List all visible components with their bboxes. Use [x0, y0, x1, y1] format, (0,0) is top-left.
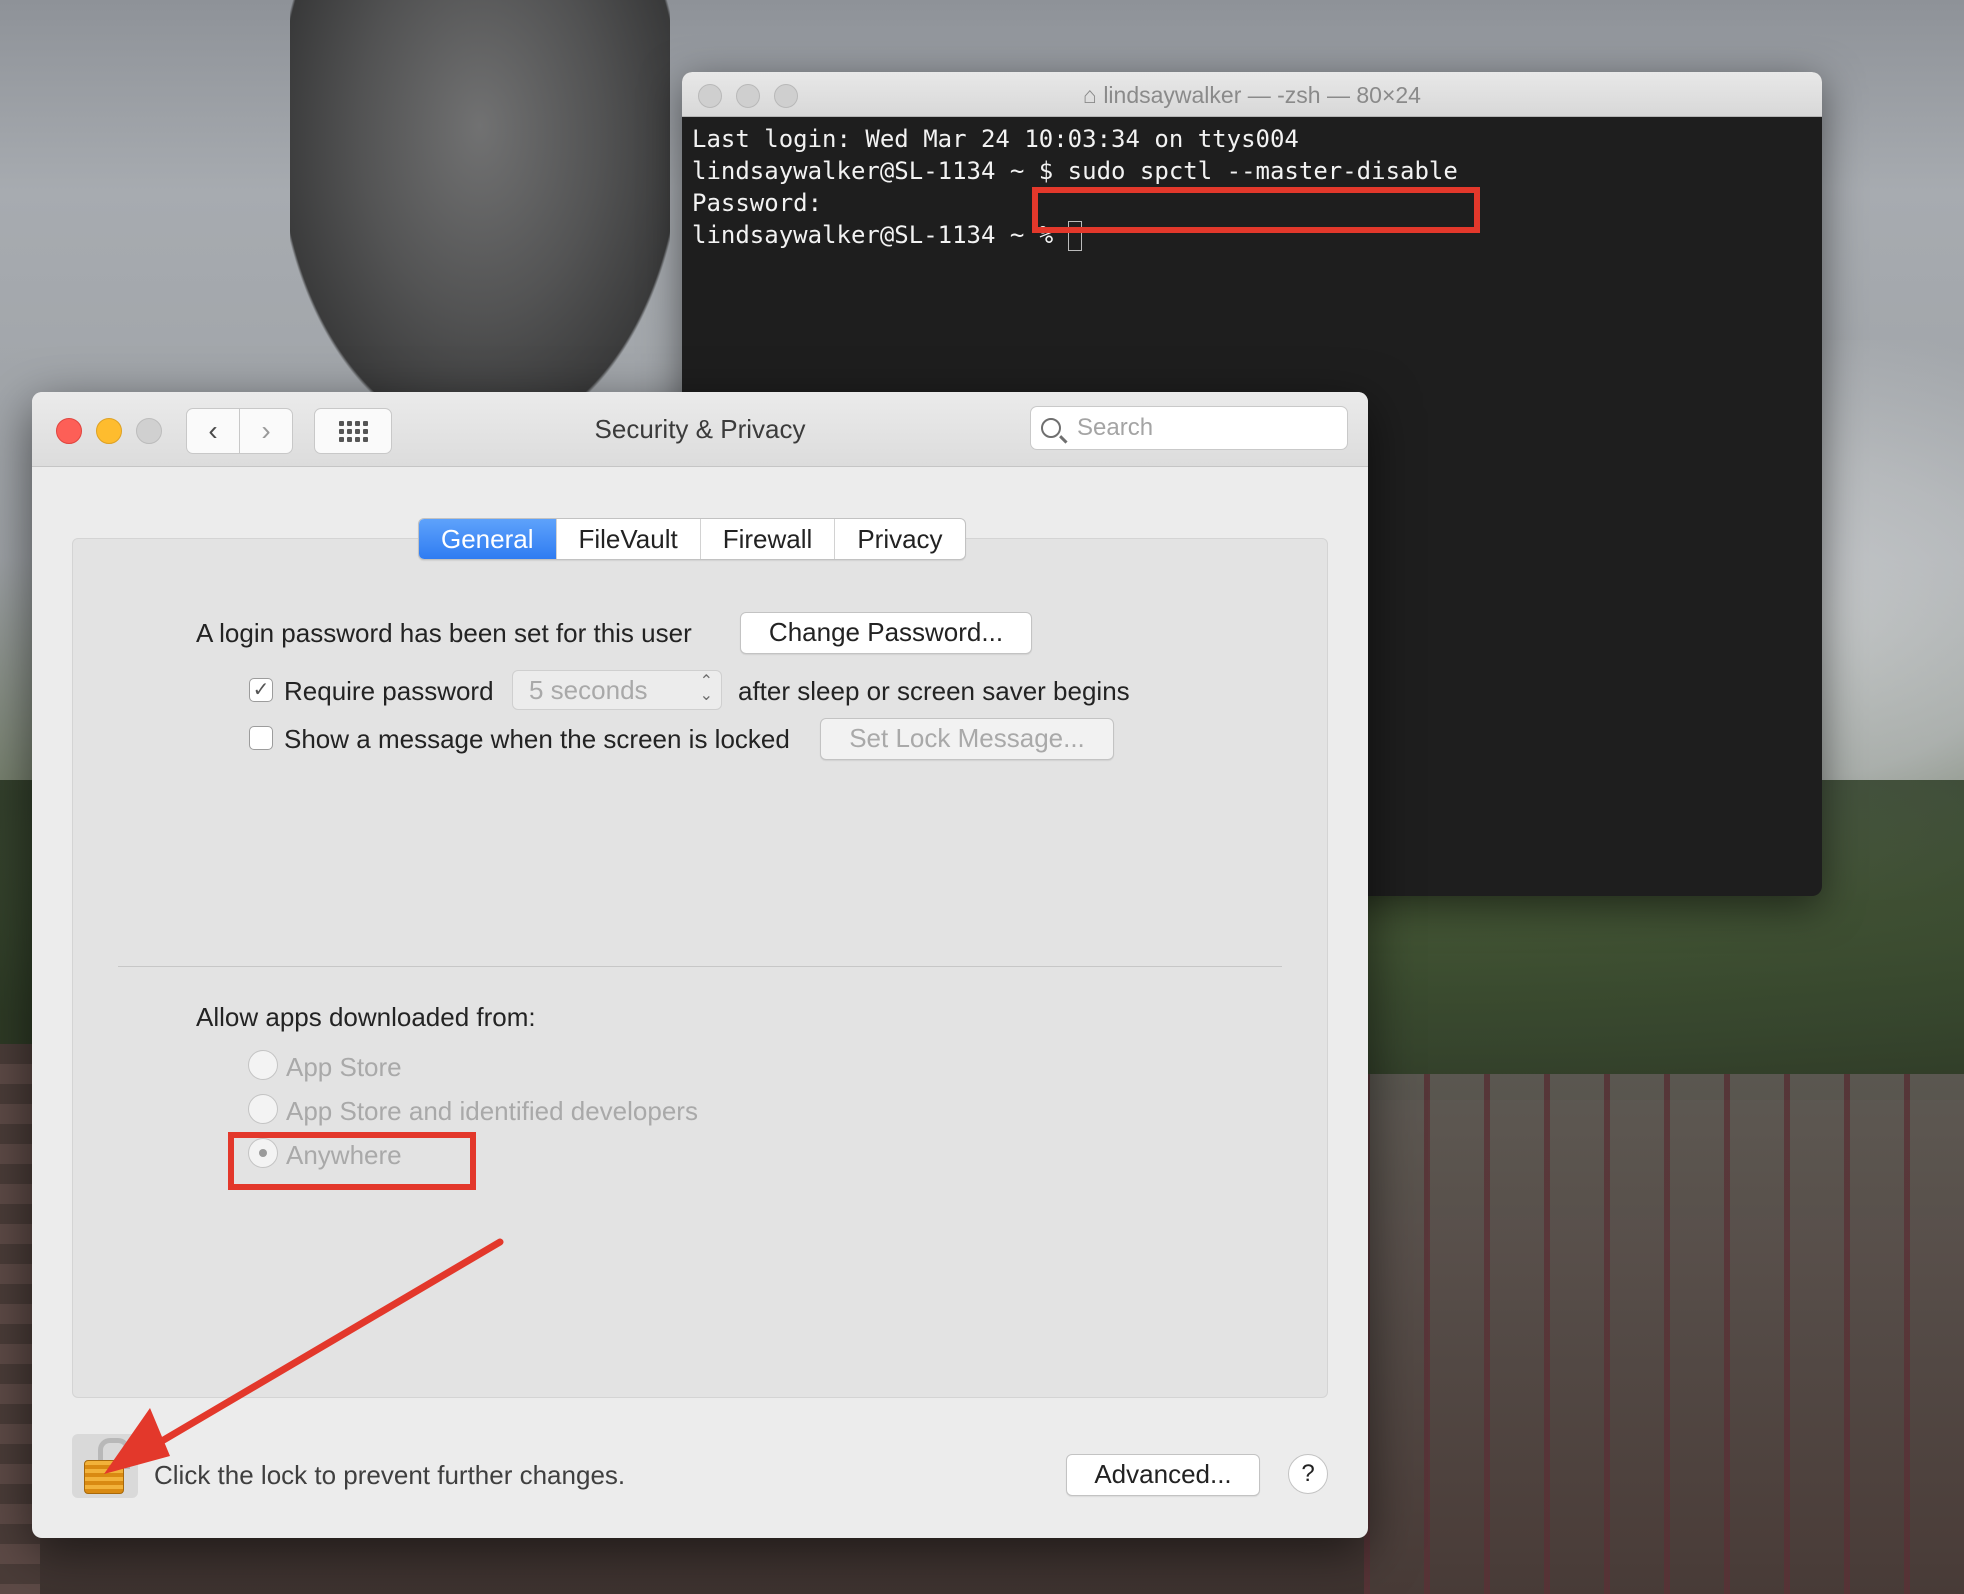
- tab-privacy[interactable]: Privacy: [834, 519, 964, 559]
- tab-bar[interactable]: General FileVault Firewall Privacy: [418, 518, 966, 560]
- annotation-arrow-icon: [104, 1238, 504, 1474]
- tab-filevault[interactable]: FileVault: [555, 519, 700, 559]
- tab-firewall[interactable]: Firewall: [699, 519, 835, 559]
- tab-general[interactable]: General: [419, 519, 556, 559]
